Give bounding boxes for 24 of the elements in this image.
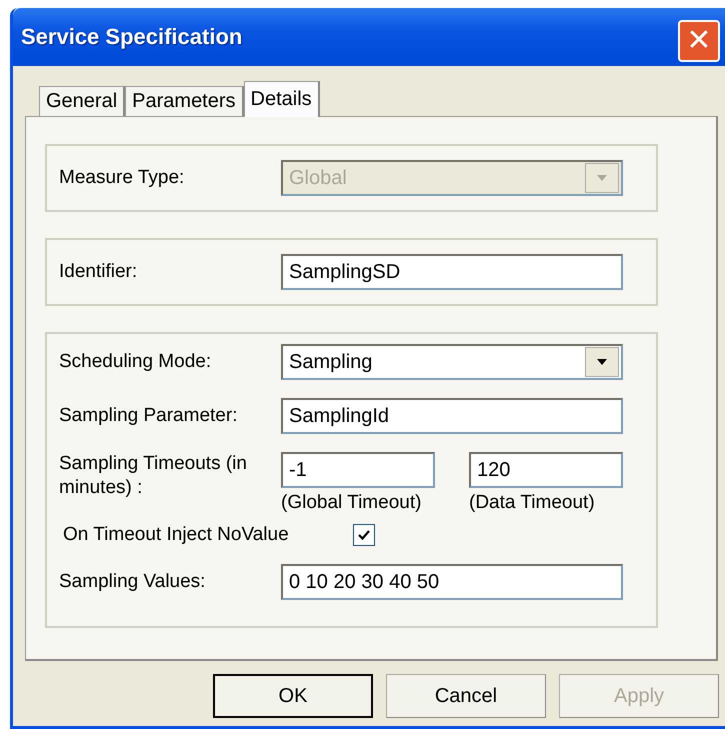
window-title: Service Specification bbox=[21, 24, 242, 50]
checkbox-label: On Timeout Inject NoValue bbox=[63, 524, 290, 546]
input-field[interactable]: SamplingSD bbox=[281, 254, 623, 290]
checkmark-icon bbox=[358, 529, 370, 541]
close-button[interactable]: ✕ bbox=[678, 20, 720, 62]
input-field[interactable]: 120 bbox=[469, 452, 623, 488]
tab[interactable]: General bbox=[39, 86, 126, 116]
tab[interactable]: Parameters bbox=[125, 86, 244, 116]
dialog-button[interactable]: OK bbox=[213, 674, 373, 718]
tab[interactable]: Details bbox=[244, 81, 320, 117]
checkbox[interactable] bbox=[353, 524, 375, 546]
field-label: Measure Type: bbox=[59, 167, 186, 189]
field-caption: (Global Timeout) bbox=[281, 492, 422, 514]
field-label: Sampling Timeouts (in minutes) : bbox=[59, 452, 248, 500]
field-caption: (Data Timeout) bbox=[469, 492, 596, 514]
field-label: Sampling Values: bbox=[59, 571, 206, 593]
input-field[interactable]: SamplingId bbox=[281, 398, 623, 434]
dropdown[interactable]: Sampling bbox=[281, 344, 623, 380]
field-label: Identifier: bbox=[59, 261, 138, 283]
input-field[interactable]: -1 bbox=[281, 452, 435, 488]
field-label: Scheduling Mode: bbox=[59, 351, 212, 373]
dialog-button[interactable]: Cancel bbox=[386, 674, 546, 718]
input-field[interactable]: 0 10 20 30 40 50 bbox=[281, 564, 623, 600]
field-label: Sampling Parameter: bbox=[59, 405, 238, 427]
